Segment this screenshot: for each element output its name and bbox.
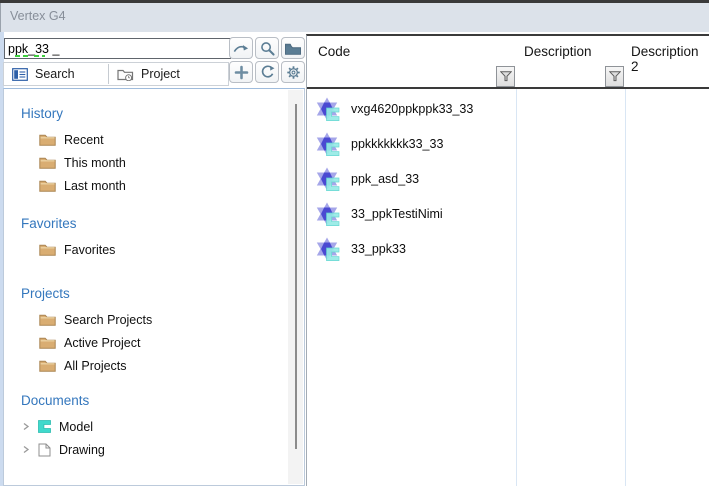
sidebar-item-recent[interactable]: Recent — [39, 128, 282, 151]
section-title: History — [21, 105, 282, 123]
row-code: 33_ppkTestiNimi — [351, 207, 443, 221]
column-header-description[interactable]: Description — [524, 44, 592, 59]
folder-icon — [39, 156, 56, 169]
section-projects: Projects Search Projects Active Project … — [4, 285, 282, 377]
add-button[interactable] — [229, 61, 253, 83]
section-documents: Documents Model Drawing — [4, 392, 282, 461]
sidebar-item-drawing[interactable]: Drawing — [20, 438, 282, 461]
search-field-wrap — [4, 38, 231, 59]
project-folder-clock-icon — [117, 67, 134, 81]
sidebar-item-last-month[interactable]: Last month — [39, 174, 282, 197]
sidebar-item-label: Search Projects — [64, 313, 152, 327]
section-title: Documents — [21, 392, 282, 410]
sidebar-item-favorites[interactable]: Favorites — [39, 238, 282, 261]
table-row[interactable]: vxg4620ppkppk33_33 — [307, 91, 709, 126]
section-favorites: Favorites Favorites — [4, 215, 282, 261]
folder-icon — [284, 41, 302, 56]
sidebar-item-label: Drawing — [59, 443, 105, 457]
folder-icon — [39, 313, 56, 326]
search-project-tabstrip: Search Project — [3, 62, 229, 86]
sidebar-item-label: This month — [64, 156, 126, 170]
arrow-right-icon — [232, 40, 250, 56]
table-row[interactable]: 33_ppkTestiNimi — [307, 196, 709, 231]
filter-button-code[interactable] — [496, 66, 515, 87]
results-rows: vxg4620ppkppk33_33 ppkkkkkkk33_33 — [307, 91, 709, 266]
filter-button-description[interactable] — [605, 66, 624, 87]
column-header-description2[interactable]: Description 2 — [631, 44, 709, 74]
tab-search-label: Search — [35, 67, 75, 81]
row-code: ppk_asd_33 — [351, 172, 419, 186]
plus-icon — [233, 64, 250, 81]
row-code: 33_ppk33 — [351, 242, 406, 256]
sidebar-item-this-month[interactable]: This month — [39, 151, 282, 174]
tab-project-label: Project — [141, 67, 180, 81]
results-table-header: Code Description Description 2 — [307, 36, 709, 89]
sidebar-item-label: Recent — [64, 133, 104, 147]
folder-icon — [39, 336, 56, 349]
model-star-icon — [316, 167, 344, 191]
expand-chevron-icon[interactable] — [20, 445, 32, 454]
navigation-sidebar: History Recent This month Last month Fav… — [3, 88, 305, 486]
refresh-button[interactable] — [255, 61, 279, 83]
table-row[interactable]: ppkkkkkkk33_33 — [307, 126, 709, 161]
settings-button[interactable] — [281, 61, 305, 83]
model-star-icon — [316, 97, 344, 121]
sidebar-item-model[interactable]: Model — [20, 415, 282, 438]
table-row[interactable]: ppk_asd_33 — [307, 161, 709, 196]
section-history: History Recent This month Last month — [4, 105, 282, 197]
funnel-icon — [609, 71, 621, 82]
sidebar-item-label: All Projects — [64, 359, 127, 373]
sidebar-item-active-project[interactable]: Active Project — [39, 331, 282, 354]
sidebar-item-all-projects[interactable]: All Projects — [39, 354, 282, 377]
search-input[interactable] — [4, 38, 231, 59]
window-title: Vertex G4 — [10, 9, 66, 23]
sidebar-item-search-projects[interactable]: Search Projects — [39, 308, 282, 331]
browse-folder-button[interactable] — [281, 37, 305, 59]
gear-icon — [285, 64, 302, 81]
sidebar-scrollbar-thumb[interactable] — [295, 104, 297, 449]
row-code: vxg4620ppkppk33_33 — [351, 102, 473, 116]
find-button[interactable] — [255, 37, 279, 59]
folder-icon — [39, 243, 56, 256]
sidebar-item-label: Last month — [64, 179, 126, 193]
model-document-icon — [38, 420, 51, 433]
refresh-icon — [259, 64, 276, 81]
results-panel: Code Description Description 2 — [306, 34, 709, 486]
model-star-icon — [316, 237, 344, 261]
search-form-icon — [12, 68, 28, 81]
section-title: Projects — [21, 285, 282, 303]
sidebar-scrollbar-track — [288, 90, 303, 484]
folder-icon — [39, 133, 56, 146]
model-star-icon — [316, 202, 344, 226]
sidebar-item-label: Model — [59, 420, 93, 434]
tab-search[interactable]: Search — [4, 63, 108, 85]
folder-icon — [39, 179, 56, 192]
expand-chevron-icon[interactable] — [20, 422, 32, 431]
sidebar-item-label: Active Project — [64, 336, 140, 350]
go-search-button[interactable] — [229, 37, 253, 59]
funnel-icon — [500, 71, 512, 82]
magnifier-icon — [259, 40, 276, 57]
drawing-document-icon — [38, 443, 51, 457]
titlebar: Vertex G4 — [0, 3, 709, 32]
folder-icon — [39, 359, 56, 372]
section-title: Favorites — [21, 215, 282, 233]
table-row[interactable]: 33_ppk33 — [307, 231, 709, 266]
row-code: ppkkkkkkk33_33 — [351, 137, 443, 151]
sidebar-item-label: Favorites — [64, 243, 115, 257]
column-header-code[interactable]: Code — [318, 44, 350, 59]
vertex-g4-window: Vertex G4 — [0, 0, 709, 486]
model-star-icon — [316, 132, 344, 156]
tab-project[interactable]: Project — [109, 63, 192, 85]
